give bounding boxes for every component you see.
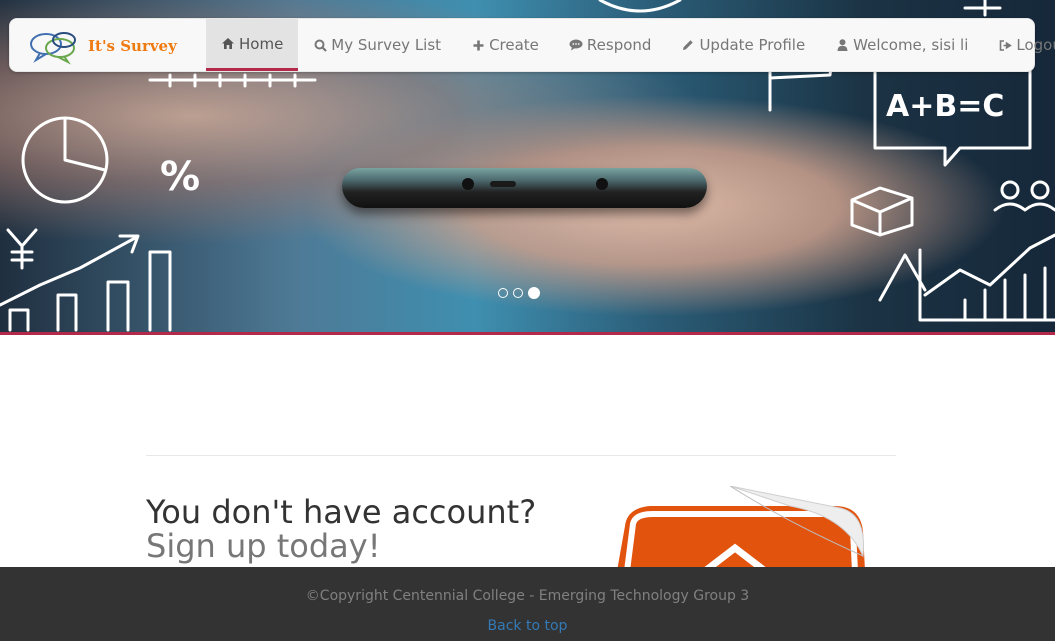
speech-bubbles-icon: [30, 32, 76, 65]
logout-icon: [998, 38, 1012, 52]
home-icon: [221, 37, 235, 51]
signup-sticker-image[interactable]: [605, 486, 870, 571]
brand-name: It's Survey: [88, 37, 177, 55]
nav-my-survey-list[interactable]: My Survey List: [298, 19, 456, 71]
user-icon: [835, 38, 849, 52]
main-nav: Home My Survey List Create Respond Updat…: [206, 19, 1055, 71]
nav-logout[interactable]: Logout: [983, 19, 1055, 71]
nav-logout-label: Logout: [1016, 36, 1055, 54]
carousel-indicators: [498, 287, 540, 300]
carousel-indicator[interactable]: [513, 288, 523, 298]
section-divider: [146, 455, 896, 456]
brand-logo[interactable]: It's Survey: [28, 29, 198, 65]
phone-illustration: [342, 168, 707, 208]
nav-update-profile[interactable]: Update Profile: [666, 19, 820, 71]
signup-subheading: Sign up today!: [146, 527, 381, 565]
search-icon: [313, 38, 327, 52]
back-to-top-link[interactable]: Back to top: [0, 618, 1055, 634]
hero-equation-text: A+B=C: [886, 89, 1004, 124]
nav-my-survey-list-label: My Survey List: [331, 36, 442, 54]
nav-create[interactable]: Create: [456, 19, 554, 71]
hero-divider: [0, 332, 1055, 335]
nav-respond[interactable]: Respond: [554, 19, 667, 71]
nav-respond-label: Respond: [586, 36, 652, 54]
comment-icon: [569, 38, 583, 52]
pencil-icon: [681, 38, 695, 52]
carousel-indicator-active[interactable]: [528, 287, 540, 299]
copyright-text: ©Copyright Centennial College - Emerging…: [305, 588, 750, 604]
nav-home-label: Home: [239, 34, 284, 53]
nav-create-label: Create: [489, 36, 539, 54]
nav-home[interactable]: Home: [206, 19, 299, 71]
page-footer: ©Copyright Centennial College - Emerging…: [0, 567, 1055, 641]
nav-welcome-user[interactable]: Welcome, sisi li: [820, 19, 983, 71]
nav-update-profile-label: Update Profile: [699, 36, 806, 54]
signup-heading: You don't have account?: [146, 493, 537, 531]
plus-icon: [471, 38, 485, 52]
carousel-indicator[interactable]: [498, 288, 508, 298]
top-navbar: It's Survey Home My Survey List Create R…: [9, 18, 1055, 72]
hero-percent-text: %: [160, 154, 200, 200]
nav-welcome-user-label: Welcome, sisi li: [853, 36, 969, 54]
